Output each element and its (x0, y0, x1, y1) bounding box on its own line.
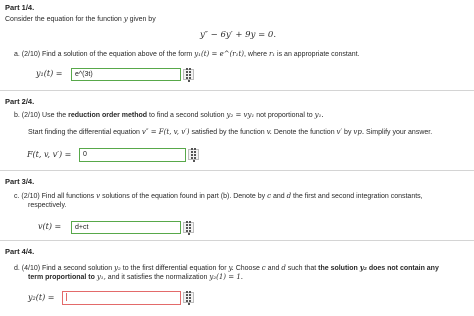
F-answer-input[interactable]: 0 (79, 148, 186, 162)
part2-title: Part 2/4. (5, 97, 35, 106)
matrix-grid-icon[interactable] (183, 290, 194, 305)
matrix-grid-icon[interactable] (183, 220, 194, 235)
matrix-grid-icon[interactable] (183, 67, 194, 82)
part4-question: d. (4/10) Find a second solution y₂ to t… (14, 263, 439, 272)
part2-subquestion: Start finding the differential equation … (28, 128, 433, 136)
separator (0, 90, 474, 91)
part3-title: Part 3/4. (5, 177, 35, 186)
separator (0, 240, 474, 241)
separator (0, 170, 474, 171)
text-cursor (66, 293, 67, 302)
v-answer-label: v(t) = (38, 222, 62, 231)
part4-title: Part 4/4. (5, 247, 35, 256)
y2-answer-label: y₂(t) = (28, 293, 55, 302)
y1-answer-label: y₁(t) = (36, 69, 63, 78)
part1-intro: Consider the equation for the function y… (5, 15, 156, 23)
y2-answer-input[interactable] (62, 291, 181, 305)
part1-question: a. (2/10) Find a solution of the equatio… (14, 50, 360, 58)
matrix-grid-icon[interactable] (188, 147, 199, 162)
F-answer-label: F(t, v, v′) = (27, 150, 72, 159)
y1-answer-input[interactable]: e^(3t) (71, 68, 181, 81)
part2-question: b. (2/10) Use the reduction order method… (14, 111, 324, 119)
part3-question: c. (2/10) Find all functions v solutions… (14, 192, 423, 200)
part1-equation: y″ − 6y′ + 9y = 0. (200, 30, 277, 40)
part1-title: Part 1/4. (5, 3, 35, 12)
part3-question-cont: respectively. (28, 202, 67, 209)
part4-question-cont: term proportional to y₁, and it satisfie… (28, 273, 244, 281)
v-answer-input[interactable]: d+ct (71, 221, 181, 234)
